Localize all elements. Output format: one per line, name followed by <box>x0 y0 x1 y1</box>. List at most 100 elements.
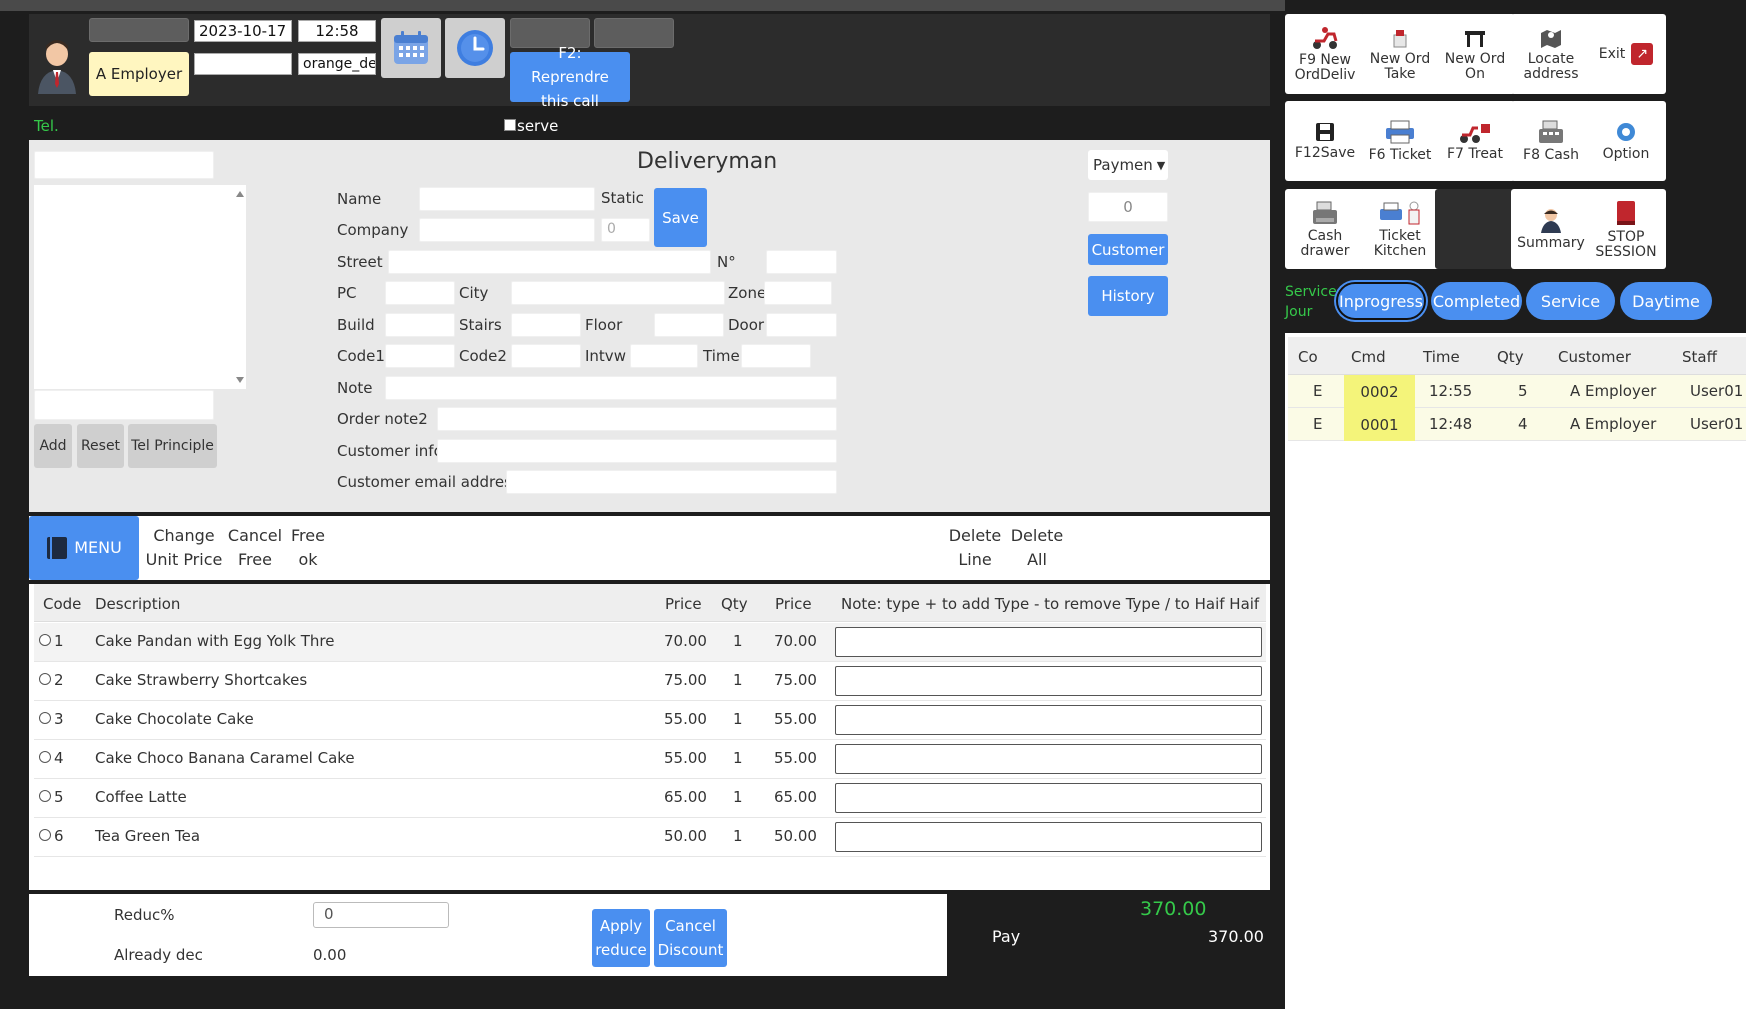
reset-button[interactable]: Reset <box>77 424 124 468</box>
action-option-button[interactable]: Option <box>1586 101 1666 181</box>
reprendre-call-button[interactable]: F2: Reprendre this call <box>510 44 630 110</box>
table-row[interactable]: 4 Cake Choco Banana Caramel Cake 55.00 1… <box>34 740 1266 779</box>
floor-input[interactable] <box>654 313 724 337</box>
menu-button[interactable]: MENU <box>29 516 139 580</box>
order-co: E <box>1313 382 1323 400</box>
street-input[interactable] <box>388 250 711 274</box>
note-input[interactable] <box>385 376 837 400</box>
table-row[interactable]: 3 Cake Chocolate Cake 55.00 1 55.00 <box>34 701 1266 740</box>
phone-input[interactable] <box>34 151 214 179</box>
payment-amount-input[interactable]: 0 <box>1088 192 1168 222</box>
calendar-button[interactable] <box>381 18 441 78</box>
scroll-down-icon[interactable] <box>236 377 244 383</box>
city-input[interactable] <box>511 281 725 305</box>
cancel-discount-button[interactable]: Cancel Discount <box>654 909 727 967</box>
clock-button[interactable] <box>445 18 505 78</box>
action-f6-ticket-button[interactable]: F6 Ticket <box>1360 101 1440 181</box>
change-unit-price-button[interactable]: Change Unit Price <box>143 524 225 572</box>
phone-list[interactable] <box>34 185 246 389</box>
scroll-up-icon[interactable] <box>236 191 244 197</box>
item-code: 2 <box>54 671 64 689</box>
name-input[interactable] <box>419 187 595 211</box>
employer-badge[interactable]: A Employer <box>89 52 189 96</box>
action-stop-session-button[interactable]: STOP SESSION <box>1586 189 1666 269</box>
row-select-radio[interactable] <box>39 712 51 724</box>
row-select-radio[interactable] <box>39 829 51 841</box>
action-exit-button[interactable]: Exit ↗ <box>1586 14 1666 94</box>
payment-select[interactable]: Paymen ▼ <box>1088 150 1168 180</box>
action-cash-drawer-button[interactable]: Cash drawer <box>1285 189 1365 269</box>
table-row[interactable]: E 0001 12:48 4 A Employer User01 <box>1288 408 1746 441</box>
action-locate-address-button[interactable]: Locate address <box>1511 14 1591 94</box>
action-new-ord-take-button[interactable]: New Ord Take <box>1360 14 1440 94</box>
row-select-radio[interactable] <box>39 790 51 802</box>
delete-all-button[interactable]: Delete All <box>1007 524 1067 572</box>
table-row[interactable]: 5 Coffee Latte 65.00 1 65.00 <box>34 779 1266 818</box>
action-f8-cash-button[interactable]: F8 Cash <box>1511 101 1591 181</box>
action-f7-treat-button[interactable]: F7 Treat <box>1435 101 1515 181</box>
code2-input[interactable] <box>511 344 581 368</box>
build-input[interactable] <box>385 313 455 337</box>
history-button[interactable]: History <box>1088 276 1168 316</box>
time-input[interactable] <box>741 344 811 368</box>
customer-button[interactable]: Customer <box>1088 234 1168 265</box>
reserve-checkbox[interactable] <box>504 119 516 131</box>
action-f12save-button[interactable]: F12Save <box>1285 101 1365 181</box>
action-f9-new-orddeliv-button[interactable]: F9 New OrdDeliv <box>1285 14 1365 94</box>
delete-line-button[interactable]: Delete Line <box>945 524 1005 572</box>
reduc-input[interactable]: 0 <box>313 902 449 928</box>
table-row[interactable]: 6 Tea Green Tea 50.00 1 50.00 <box>34 818 1266 857</box>
company-input[interactable] <box>419 218 595 242</box>
code1-input[interactable] <box>385 344 455 368</box>
number-input[interactable] <box>766 250 837 274</box>
order-note2-input[interactable] <box>437 407 837 431</box>
order-cmd[interactable]: 0001 <box>1344 408 1415 441</box>
row-select-radio[interactable] <box>39 673 51 685</box>
action-summary-button[interactable]: Summary <box>1511 189 1591 269</box>
item-note-input[interactable] <box>835 627 1262 657</box>
cancel-free-button[interactable]: Cancel Free <box>225 524 285 572</box>
row-select-radio[interactable] <box>39 751 51 763</box>
door-input[interactable] <box>766 313 837 337</box>
table-row[interactable]: 1 Cake Pandan with Egg Yolk Thre 70.00 1… <box>34 623 1266 662</box>
tab-daytime[interactable]: Daytime <box>1620 282 1712 320</box>
action-ticket-kitchen-button[interactable]: Ticket Kitchen <box>1360 189 1440 269</box>
header-blank-button-1[interactable] <box>89 18 189 42</box>
save-customer-button[interactable]: Save <box>654 188 707 247</box>
treat-delivery-icon <box>1460 124 1490 143</box>
customer-info-input[interactable] <box>437 439 837 463</box>
intvw-input[interactable] <box>630 344 698 368</box>
pc-input[interactable] <box>385 281 455 305</box>
tel-principle-button[interactable]: Tel Principle <box>128 424 217 468</box>
table-row[interactable]: 2 Cake Strawberry Shortcakes 75.00 1 75.… <box>34 662 1266 701</box>
time-field[interactable]: 12:58 <box>298 20 376 42</box>
item-note-input[interactable] <box>835 705 1262 735</box>
date-field[interactable]: 2023-10-17 <box>194 20 292 42</box>
table-row[interactable]: E 0002 12:55 5 A Employer User01 <box>1288 375 1746 408</box>
stairs-input[interactable] <box>511 313 581 337</box>
tab-completed[interactable]: Completed <box>1431 282 1522 320</box>
header-bar: 2023-10-17 12:58 A Employer orange_de F2… <box>29 14 1270 110</box>
phone-search-input[interactable] <box>194 53 292 75</box>
source-field[interactable]: orange_de <box>298 53 376 75</box>
zone-input[interactable] <box>764 281 832 305</box>
customer-email-input[interactable] <box>506 470 837 494</box>
row-select-radio[interactable] <box>39 634 51 646</box>
item-note-input[interactable] <box>835 666 1262 696</box>
order-cmd[interactable]: 0002 <box>1344 375 1415 408</box>
tab-inprogress[interactable]: Inprogress <box>1336 282 1426 320</box>
free-ok-button[interactable]: Free ok <box>285 524 331 572</box>
action-blank-button[interactable] <box>1435 189 1515 269</box>
add-button[interactable]: Add <box>34 424 72 468</box>
clock-icon <box>457 30 493 66</box>
static-input[interactable]: 0 <box>601 218 650 242</box>
col-qty: Qty <box>721 595 748 613</box>
phone-add-input[interactable] <box>34 390 214 420</box>
action-new-ord-on-button[interactable]: New Ord On <box>1435 14 1515 94</box>
tab-service[interactable]: Service <box>1526 282 1615 320</box>
ord-col-co: Co <box>1298 348 1318 366</box>
item-note-input[interactable] <box>835 783 1262 813</box>
item-note-input[interactable] <box>835 744 1262 774</box>
apply-reduce-button[interactable]: Apply reduce <box>592 909 650 967</box>
item-note-input[interactable] <box>835 822 1262 852</box>
